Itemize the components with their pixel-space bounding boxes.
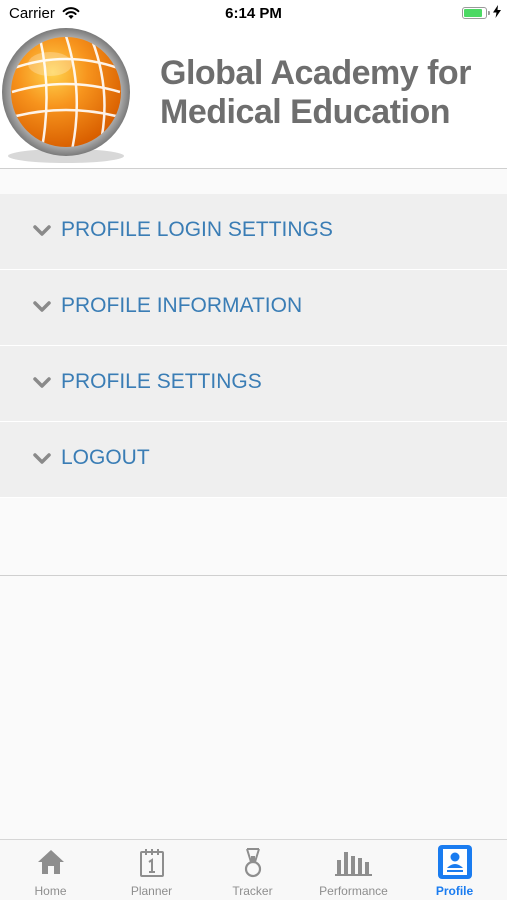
menu-item-label: PROFILE SETTINGS: [61, 370, 262, 393]
tab-label: Planner: [130, 884, 173, 898]
chevron-down-icon: [33, 225, 51, 236]
profile-card-icon: [437, 845, 472, 879]
tab-label: Performance: [319, 884, 388, 898]
tab-performance[interactable]: Performance: [303, 840, 404, 900]
battery-icon: [462, 7, 490, 19]
status-bar: Carrier 6:14 PM: [0, 0, 507, 28]
calendar-icon: [139, 849, 164, 877]
tab-label: Profile: [435, 884, 474, 898]
home-icon: [37, 850, 64, 874]
tab-tracker[interactable]: Tracker: [202, 840, 303, 900]
bar-chart-icon: [334, 852, 372, 876]
menu-item-label: PROFILE INFORMATION: [61, 294, 303, 317]
chevron-down-icon: [33, 301, 51, 312]
charging-bolt-icon: [493, 5, 501, 18]
tab-label: Tracker: [232, 884, 273, 898]
menu-item-profile-login-settings[interactable]: PROFILE LOGIN SETTINGS: [0, 194, 507, 270]
tab-home[interactable]: Home: [0, 840, 101, 900]
chevron-down-icon: [33, 377, 51, 388]
tab-bar: Home Planner Tracker Performance Profile: [0, 839, 507, 900]
menu-item-label: LOGOUT: [61, 446, 150, 469]
menu-item-profile-information[interactable]: PROFILE INFORMATION: [0, 270, 507, 346]
globe-logo: [2, 28, 130, 163]
menu-item-label: PROFILE LOGIN SETTINGS: [61, 218, 333, 241]
content-divider: [0, 575, 507, 576]
medal-icon: [244, 848, 261, 878]
menu-item-profile-settings[interactable]: PROFILE SETTINGS: [0, 346, 507, 422]
tab-planner[interactable]: Planner: [101, 840, 202, 900]
app-header: Global Academy for Medical Education: [0, 28, 507, 169]
brand-title: Global Academy for Medical Education: [160, 54, 471, 131]
tab-label: Home: [34, 884, 67, 898]
tab-profile[interactable]: Profile: [404, 840, 505, 900]
menu-item-logout[interactable]: LOGOUT: [0, 422, 507, 498]
status-time: 6:14 PM: [225, 5, 282, 22]
profile-menu: PROFILE LOGIN SETTINGS PROFILE INFORMATI…: [0, 194, 507, 498]
chevron-down-icon: [33, 453, 51, 464]
